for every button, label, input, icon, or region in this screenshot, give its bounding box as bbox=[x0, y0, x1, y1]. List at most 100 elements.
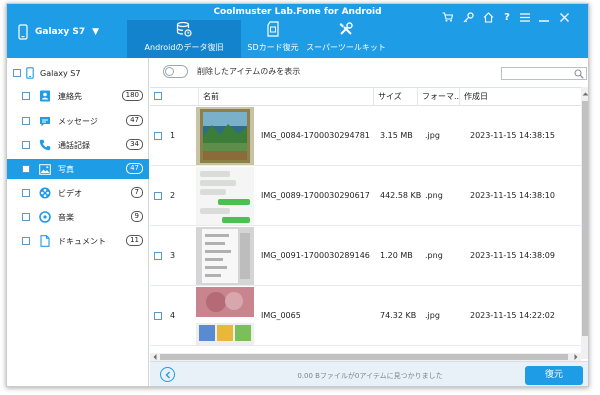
vertical-scrollbar[interactable] bbox=[581, 87, 589, 359]
status-text: 0.00 Bファイルが0アイテムに見つかりました bbox=[297, 372, 443, 380]
scroll-up-arrow-icon[interactable] bbox=[581, 89, 589, 99]
checkbox[interactable] bbox=[13, 69, 21, 77]
tab-sd-card-recovery[interactable]: SDカード復元 bbox=[243, 20, 303, 58]
file-name: IMG_0089-1700030290617 bbox=[261, 191, 370, 200]
file-size: 74.32 KB bbox=[380, 311, 417, 320]
sidebar-item-label: メッセージ bbox=[58, 116, 98, 126]
column-header-created[interactable]: 作成日 bbox=[459, 88, 581, 105]
checkbox[interactable] bbox=[22, 141, 30, 149]
title-bar: Coolmuster Lab.Fone for Android Galaxy S… bbox=[7, 4, 588, 58]
checkbox[interactable] bbox=[22, 213, 30, 221]
file-format: .png bbox=[425, 191, 443, 200]
android-phone-icon bbox=[18, 24, 28, 40]
tab-label: Androidのデータ復旧 bbox=[144, 43, 224, 52]
photo-thumbnail[interactable] bbox=[196, 227, 254, 285]
sidebar-item-documents[interactable]: ドキュメント 11 bbox=[7, 231, 149, 251]
item-count-badge: 47 bbox=[126, 115, 143, 126]
item-count-badge: 47 bbox=[126, 163, 143, 174]
checkbox[interactable] bbox=[22, 92, 30, 100]
toolbar: 削除したアイテムのみを表示 bbox=[150, 58, 588, 84]
sidebar-item-music[interactable]: 音楽 9 bbox=[7, 207, 149, 227]
file-size: 442.58 KB bbox=[380, 191, 422, 200]
scrollbar-thumb[interactable] bbox=[582, 101, 588, 336]
sidebar: Galaxy S7 連絡先 180 メッセージ 47 通話記録 34 写真 47… bbox=[7, 58, 149, 386]
created-date: 2023-11-15 14:22:02 bbox=[470, 311, 555, 320]
tools-icon bbox=[339, 22, 353, 35]
sidebar-item-label: 連絡先 bbox=[58, 91, 82, 101]
menu-icon[interactable] bbox=[519, 11, 531, 23]
contacts-icon bbox=[39, 90, 51, 102]
file-format: .jpg bbox=[425, 311, 440, 320]
sidebar-item-contacts[interactable]: 連絡先 180 bbox=[7, 86, 149, 106]
sidebar-item-photos[interactable]: 写真 47 bbox=[7, 159, 149, 179]
checkbox[interactable] bbox=[22, 165, 30, 173]
sidebar-item-call-logs[interactable]: 通話記録 34 bbox=[7, 135, 149, 155]
message-icon bbox=[39, 115, 51, 127]
column-header-name[interactable]: 名前 bbox=[198, 88, 373, 105]
toggle-knob bbox=[165, 67, 174, 76]
phone-device-icon bbox=[26, 67, 34, 79]
main-content: 削除したアイテムのみを表示 名前 サイズ フォーマ... 作成日 1 IMG_0… bbox=[150, 58, 589, 386]
table-row[interactable]: 2 IMG_0089-1700030290617 442.58 KB .png bbox=[150, 166, 581, 226]
home-icon[interactable] bbox=[482, 11, 494, 23]
search-input[interactable] bbox=[501, 67, 587, 80]
tab-super-toolkit[interactable]: スーパーツールキット bbox=[306, 20, 386, 58]
app-window: Coolmuster Lab.Fone for Android Galaxy S… bbox=[6, 3, 589, 387]
created-date: 2023-11-15 14:38:15 bbox=[470, 131, 555, 140]
sidebar-item-label: ドキュメント bbox=[58, 236, 106, 246]
photo-thumbnail[interactable] bbox=[196, 287, 254, 345]
item-count-badge: 34 bbox=[126, 139, 143, 150]
sidebar-item-videos[interactable]: ビデオ 7 bbox=[7, 183, 149, 203]
scrollbar-thumb[interactable] bbox=[160, 354, 568, 360]
photo-thumbnail[interactable] bbox=[196, 167, 254, 225]
help-icon[interactable]: ? bbox=[501, 11, 513, 23]
sd-card-icon bbox=[267, 21, 279, 37]
table-row[interactable]: 1 IMG_0084-1700030294781 3.15 MB .jpg 20… bbox=[150, 106, 581, 166]
scroll-right-arrow-icon[interactable] bbox=[572, 353, 580, 361]
checkbox[interactable] bbox=[22, 237, 30, 245]
footer-bar: 0.00 Bファイルが0アイテムに見つかりました 復元 bbox=[150, 361, 588, 386]
checkbox[interactable] bbox=[22, 117, 30, 125]
item-count-badge: 180 bbox=[121, 90, 143, 101]
row-checkbox[interactable] bbox=[154, 132, 162, 140]
checkbox[interactable] bbox=[22, 189, 30, 197]
column-header-format[interactable]: フォーマ... bbox=[417, 88, 459, 105]
select-all-checkbox[interactable] bbox=[154, 92, 162, 100]
table-row[interactable]: 4 IMG_0065 74.32 KB .jpg 2023-11-15 14:2… bbox=[150, 286, 581, 346]
row-checkbox[interactable] bbox=[154, 312, 162, 320]
photo-icon bbox=[39, 163, 51, 175]
file-list: 1 IMG_0084-1700030294781 3.15 MB .jpg 20… bbox=[150, 106, 581, 356]
key-icon[interactable] bbox=[462, 11, 474, 23]
scroll-left-arrow-icon[interactable] bbox=[151, 353, 159, 361]
column-header-size[interactable]: サイズ bbox=[373, 88, 417, 105]
row-number: 3 bbox=[170, 251, 176, 260]
close-icon[interactable] bbox=[558, 11, 570, 23]
row-checkbox[interactable] bbox=[154, 252, 162, 260]
created-date: 2023-11-15 14:38:10 bbox=[470, 191, 555, 200]
row-number: 4 bbox=[170, 311, 176, 320]
sidebar-item-device[interactable]: Galaxy S7 bbox=[7, 63, 149, 83]
sidebar-item-label: 音楽 bbox=[58, 212, 74, 222]
cart-icon[interactable] bbox=[441, 11, 453, 23]
deleted-only-toggle[interactable] bbox=[163, 65, 188, 78]
row-checkbox[interactable] bbox=[154, 192, 162, 200]
created-date: 2023-11-15 14:38:09 bbox=[470, 251, 555, 260]
file-format: .png bbox=[425, 251, 443, 260]
video-icon bbox=[39, 187, 51, 199]
recover-button[interactable]: 復元 bbox=[525, 366, 583, 385]
tab-label: スーパーツールキット bbox=[306, 43, 386, 52]
tab-android-recovery[interactable]: Androidのデータ復旧 bbox=[127, 20, 241, 58]
table-row[interactable]: 3 IMG_0091-1700030289146 1.20 MB .png 20… bbox=[150, 226, 581, 286]
photo-thumbnail[interactable] bbox=[196, 107, 254, 165]
minimize-icon[interactable] bbox=[538, 11, 550, 23]
file-name: IMG_0084-1700030294781 bbox=[261, 131, 370, 140]
file-name: IMG_0065 bbox=[261, 311, 301, 320]
sidebar-item-messages[interactable]: メッセージ 47 bbox=[7, 111, 149, 131]
device-selector[interactable]: Galaxy S7 ▼ bbox=[18, 19, 99, 45]
table-header: 名前 サイズ フォーマ... 作成日 bbox=[150, 87, 581, 106]
file-size: 3.15 MB bbox=[380, 131, 413, 140]
sidebar-item-label: 写真 bbox=[58, 164, 74, 174]
horizontal-scrollbar[interactable] bbox=[150, 353, 581, 361]
toggle-label: 削除したアイテムのみを表示 bbox=[197, 67, 301, 76]
phone-icon bbox=[39, 139, 51, 151]
